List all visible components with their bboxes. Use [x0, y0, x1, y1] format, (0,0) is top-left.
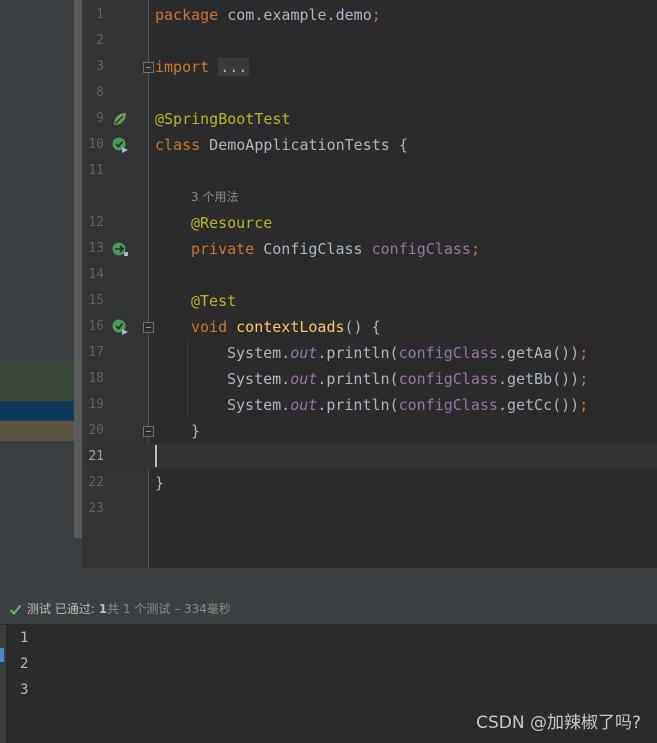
system-ref: System.: [227, 396, 291, 414]
line-number: 17: [88, 345, 104, 360]
fold-toggle-icon[interactable]: [143, 322, 154, 333]
code-line: 14: [0, 262, 657, 288]
line-number: 14: [88, 267, 104, 282]
watermark: CSDN @加辣椒了吗?: [476, 713, 641, 733]
code-line: 18 System.out.println(configClass.getBb(…: [0, 366, 657, 392]
folded-imports[interactable]: ...: [218, 58, 250, 76]
static-field: out: [290, 344, 318, 362]
code-line: 16 void contextLoads() {: [0, 314, 657, 340]
code-line: 1 package com.example.demo;: [0, 2, 657, 28]
code-line: 2: [0, 28, 657, 54]
code-line: 15 @Test: [0, 288, 657, 314]
status-prefix: 测试: [27, 602, 55, 616]
println-call: .println(: [317, 344, 399, 362]
keyword: package: [155, 6, 219, 24]
line-number: 22: [88, 475, 104, 490]
code-line: 13 private ConfigClass configClass;: [0, 236, 657, 262]
line-number: 11: [88, 163, 104, 178]
code-line: 23: [0, 496, 657, 522]
closing-brace: }: [191, 422, 201, 440]
tool-window-divider[interactable]: [0, 568, 657, 597]
code-line: 11: [0, 158, 657, 184]
code-line: 21: [0, 444, 657, 470]
total-summary: 共 1 个测试 – 334毫秒: [107, 602, 231, 616]
static-field: out: [290, 370, 318, 388]
line-number: 10: [88, 137, 104, 152]
code-line: 20 }: [0, 418, 657, 444]
getter-call: .getBb()): [497, 370, 580, 388]
line-number: 12: [88, 215, 104, 230]
println-call: .println(: [317, 370, 399, 388]
line-number: 15: [88, 293, 104, 308]
getter-call: .getAa()): [497, 344, 580, 362]
text-cursor: [155, 445, 157, 467]
code-line: 3 import ...: [0, 54, 657, 80]
field-ref: configClass: [398, 396, 498, 414]
console-line: 2: [20, 656, 29, 672]
run-test-class-icon[interactable]: [111, 136, 129, 154]
line-number: 21: [88, 449, 104, 464]
method-name: contextLoads: [236, 318, 345, 336]
line-number: 13: [88, 241, 104, 256]
field-type: ConfigClass: [254, 240, 372, 258]
spring-bean-icon[interactable]: [111, 110, 129, 128]
line-number: 3: [96, 59, 104, 74]
field-ref: configClass: [398, 370, 498, 388]
fold-end-icon[interactable]: [143, 426, 154, 437]
annotation: @Test: [191, 292, 237, 310]
line-number: 20: [88, 423, 104, 438]
console-line: 1: [20, 630, 29, 646]
closing-brace: }: [155, 474, 165, 492]
field-ref: configClass: [398, 344, 498, 362]
getter-call: .getCc()): [497, 396, 580, 414]
static-field: out: [290, 396, 318, 414]
semicolon: ;: [579, 344, 589, 362]
run-test-method-icon[interactable]: [111, 318, 129, 336]
test-status-bar: 测试 已通过: 1共 1 个测试 – 334毫秒: [0, 596, 657, 625]
line-number: 2: [96, 33, 104, 48]
line-number: 8: [96, 85, 104, 100]
class-declaration: DemoApplicationTests {: [200, 136, 408, 154]
semicolon: ;: [579, 396, 589, 414]
semicolon: ;: [470, 240, 480, 258]
fold-toggle-icon[interactable]: [143, 62, 154, 73]
keyword: class: [155, 136, 201, 154]
line-number: 19: [88, 397, 104, 412]
keyword: import: [155, 58, 210, 76]
line-number: 18: [88, 371, 104, 386]
system-ref: System.: [227, 370, 291, 388]
usages-hint[interactable]: 3 个用法: [191, 184, 238, 210]
field-name: configClass: [371, 240, 471, 258]
code-line: 17 System.out.println(configClass.getAa(…: [0, 340, 657, 366]
println-call: .println(: [317, 396, 399, 414]
console-line: 3: [20, 682, 29, 698]
console-side-strip: [0, 625, 6, 743]
keyword: private: [191, 240, 255, 258]
keyword: void: [191, 318, 228, 336]
navigate-bean-icon[interactable]: [111, 240, 129, 258]
code-line: 10 class DemoApplicationTests {: [0, 132, 657, 158]
code-line: 9 @SpringBootTest: [0, 106, 657, 132]
line-number: 1: [96, 7, 104, 22]
passed-label: 已通过:: [54, 602, 99, 616]
line-number: 9: [96, 111, 104, 126]
passed-count: 1: [98, 602, 108, 616]
check-icon: [9, 604, 22, 616]
system-ref: System.: [227, 344, 291, 362]
line-number: 23: [88, 501, 104, 516]
method-signature: () {: [344, 318, 381, 336]
annotation: @Resource: [191, 214, 273, 232]
code-line: 8: [0, 80, 657, 106]
line-number: 16: [88, 319, 104, 334]
code-line: 22 }: [0, 470, 657, 496]
package-name: com.example.demo: [218, 6, 372, 24]
active-marker: [0, 648, 4, 662]
semicolon: ;: [579, 370, 589, 388]
annotation: @SpringBootTest: [155, 110, 291, 128]
code-line: 12 @Resource: [0, 210, 657, 236]
semicolon: ;: [371, 6, 381, 24]
inlay-hint-row: 3 个用法: [0, 184, 657, 210]
code-line: 19 System.out.println(configClass.getCc(…: [0, 392, 657, 418]
